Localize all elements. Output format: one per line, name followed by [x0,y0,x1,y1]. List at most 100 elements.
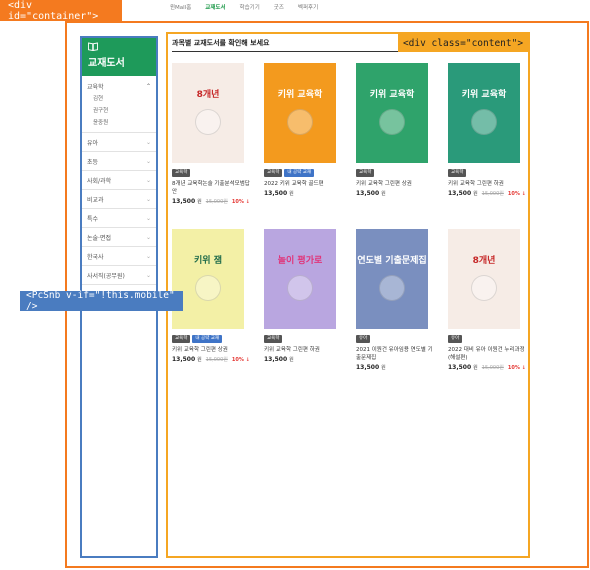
book-cover-image[interactable]: 키위 교육학 [356,63,428,163]
book-card[interactable]: 놀이 평가로교육학키위 교육학 그린편 하권 13,500 원 [264,229,344,363]
book-tags: 교육학 [448,169,528,177]
book-card[interactable]: 키위 교육학교육학키위 교육학 그린편 상권 13,500 원 [356,63,436,197]
chevron-down-icon: ⌄ [145,252,151,260]
book-price-unit: 원 [473,191,478,197]
book-title[interactable]: 8개년 교육학논술 기출분석모범답안 [172,180,250,196]
chevron-down-icon: ⌄ [145,214,151,222]
book-cover-image[interactable]: 8개년 [448,229,520,329]
sidebar-category[interactable]: 사회/과학 ⌄ [82,171,156,190]
book-original-price: 15,000원 [481,365,504,371]
book-title[interactable]: 키위 교육학 그린편 상권 [172,346,250,354]
heading-divider [172,51,398,52]
book-price: 13,500 원 [356,190,436,197]
book-price-amount: 13,500 [264,356,288,363]
sidebar-header: 교재도서 [82,38,156,76]
book-cover-title: 놀이 평가로 [277,256,323,267]
chevron-down-icon: ⌄ [145,271,151,279]
book-price-amount: 13,500 [356,364,380,371]
book-price: 13,500 원 15,000원 10% ↓ [448,190,528,197]
book-cover-title: 키위 잼 [194,256,222,267]
book-card[interactable]: 연도별 기출문제집유아 2021 이원건 유아임용 연도별 기출문제집 13,500… [356,229,436,371]
book-discount: 10% ↓ [507,365,526,371]
book-price-amount: 13,500 [264,190,288,197]
chevron-down-icon: ⌄ [145,138,151,146]
chevron-up-icon: ⌃ [145,82,151,90]
book-title[interactable]: 키위 교육학 그린편 하권 [264,346,342,354]
book-title[interactable]: 키위 교육학 그린편 하권 [448,180,526,188]
book-cover-image[interactable]: 키위 교육학 [264,63,336,163]
book-tag: 교육학 [264,335,283,343]
sidebar-subitem[interactable]: 윤중원 [87,116,151,128]
book-tags: 유아 [356,335,436,343]
sidebar-category[interactable]: 유아 ⌄ [82,133,156,152]
sidebar-category-label: 교육학 [87,83,104,91]
book-cover-illustration [195,274,221,301]
sidebar-category[interactable]: 초등 ⌄ [82,152,156,171]
book-tags: 교육학 내 공략 교재 [172,335,252,343]
book-discount: 10% ↓ [231,357,250,363]
book-discount: 10% ↓ [507,191,526,197]
book-price-unit: 원 [197,357,202,363]
sidebar-category[interactable]: 한국사 ⌄ [82,247,156,266]
book-cover-image[interactable]: 키위 교육학 [448,63,520,163]
sidebar-category-label: 사서직(공무원) [87,272,125,280]
book-price: 13,500 원 15,000원 10% ↓ [172,198,252,205]
book-tag: 교육학 [356,169,375,177]
book-original-price: 15,000원 [481,191,504,197]
book-title[interactable]: 키위 교육학 그린편 상권 [356,180,434,188]
book-cover-illustration [287,274,313,301]
book-price-unit: 원 [289,191,294,197]
sidebar-category[interactable]: 특수 ⌄ [82,209,156,228]
book-card[interactable]: 8개년교육학 8개년 교육학논술 기출분석모범답안 13,500 원 15,000원 10… [172,63,252,205]
sidebar-category[interactable]: 논술·면접 ⌄ [82,228,156,247]
sidebar-category[interactable]: 비교과 ⌄ [82,190,156,209]
top-nav: 윈Mall홈 교재도서 학습기기 굿즈 벡퍼후기 [170,0,318,14]
nav-item-home[interactable]: 윈Mall홈 [170,3,191,11]
sidebar-category-label: 특수 [87,215,99,223]
book-original-price: 15,000원 [205,357,228,363]
book-tag: 교육학 [448,169,467,177]
nav-item-reviews[interactable]: 벡퍼후기 [298,3,318,11]
book-price: 13,500 원 [264,356,344,363]
book-cover-image[interactable]: 놀이 평가로 [264,229,336,329]
book-price-unit: 원 [289,357,294,363]
sidebar-category-label: 비교과 [87,196,104,204]
book-price-amount: 13,500 [448,190,472,197]
sidebar-category[interactable]: 사서직(공무원) ⌄ [82,266,156,285]
book-card[interactable]: 키위 교육학교육학키위 교육학 그린편 하권 13,500 원 15,000원 10% … [448,63,528,197]
book-cover-image[interactable]: 8개년 [172,63,244,163]
book-price: 13,500 원 [356,364,436,371]
nav-item-goods[interactable]: 굿즈 [274,3,284,11]
book-price-amount: 13,500 [356,190,380,197]
sidebar-category-education[interactable]: 교육학 ⌃ 김현 권구현 윤중원 [82,76,156,133]
book-tag: 유아 [448,335,463,343]
content-annotation-label: <div class="content"> [398,34,528,52]
nav-item-books[interactable]: 교재도서 [205,3,225,11]
book-price-unit: 원 [381,191,386,197]
book-card[interactable]: 키위 교육학 교육학 내 공략 교재 2022 키위 교육학 골드편 13,500 원 [264,63,344,197]
book-title[interactable]: 2022 대비 유아 이원건 누리과정 (해설편) [448,346,526,362]
book-cover-illustration [195,108,221,135]
book-card[interactable]: 키위 잼 교육학 내 공략 교재 키위 교육학 그린편 상권 13,500 원 15,000… [172,229,252,363]
book-cover-image[interactable]: 키위 잼 [172,229,244,329]
book-icon [88,42,98,51]
book-card[interactable]: 8개년 유아 2022 대비 유아 이원건 누리과정 (해설편) 13,500 원 15,… [448,229,528,371]
book-cover-image[interactable]: 연도별 기출문제집 [356,229,428,329]
sidebar-category-label: 사회/과학 [87,177,112,185]
container-annotation-label: <div id="container"> [0,0,122,22]
book-tags: 유아 [448,335,528,343]
sidebar-subitem[interactable]: 김현 [87,92,151,104]
book-cover-illustration [379,274,405,301]
book-cover-illustration [471,274,497,301]
book-tag: 교육학 [264,169,283,177]
sidebar-category-label: 논술·면접 [87,234,111,242]
nav-item-devices[interactable]: 학습기기 [240,3,260,11]
book-title[interactable]: 2021 이원건 유아임용 연도별 기출문제집 [356,346,434,362]
book-tag: 교육학 [172,169,191,177]
sidebar-subitem[interactable]: 권구현 [87,104,151,116]
sidebar-category-label: 한국사 [87,253,104,261]
sidebar-category-label: 유아 [87,139,99,147]
snb-annotation-label: <PcSnb v-if="!this.mobile" /> [20,290,183,312]
book-title[interactable]: 2022 키위 교육학 골드편 [264,180,342,188]
book-cover-title: 8개년 [472,256,496,267]
